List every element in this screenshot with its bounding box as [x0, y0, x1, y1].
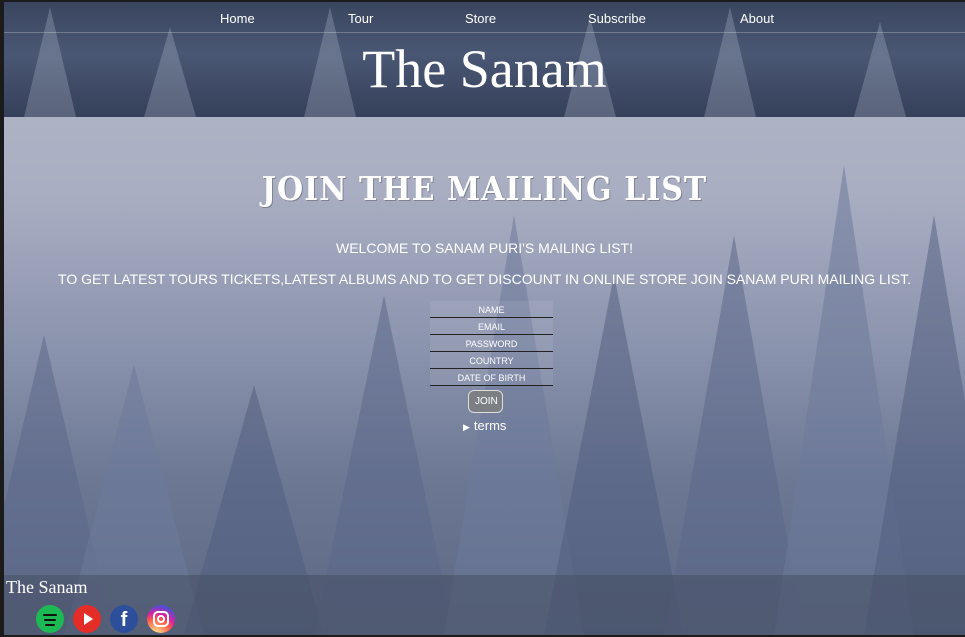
youtube-icon[interactable] [73, 605, 101, 633]
nav-tour-link[interactable]: Tour [348, 11, 373, 26]
triangle-right-icon: ▶ [463, 422, 470, 432]
nav-home-link[interactable]: Home [220, 11, 255, 26]
section-heading: JOIN THE MAILING LIST [261, 170, 708, 209]
welcome-text: WELCOME TO SANAM PURI'S MAILING LIST! [336, 240, 633, 256]
site-footer: The Sanam f [4, 575, 965, 635]
signup-form [430, 301, 553, 386]
nav-subscribe-link[interactable]: Subscribe [588, 11, 646, 26]
facebook-icon[interactable]: f [110, 605, 138, 633]
promo-text: TO GET LATEST TOURS TICKETS,LATEST ALBUM… [58, 271, 911, 287]
name-input[interactable] [430, 301, 553, 318]
terms-label: terms [473, 418, 507, 433]
instagram-icon[interactable] [147, 605, 175, 633]
main-nav: Home Tour Store Subscribe About [4, 2, 965, 33]
site-title: The Sanam [362, 39, 607, 99]
site-header: Home Tour Store Subscribe About The Sana… [4, 2, 965, 117]
page-frame: Home Tour Store Subscribe About The Sana… [4, 2, 965, 635]
mailing-list-section: JOIN THE MAILING LIST WELCOME TO SANAM P… [4, 117, 965, 575]
nav-about-link[interactable]: About [740, 11, 774, 26]
email-input[interactable] [430, 318, 553, 335]
join-button[interactable]: JOIN [468, 390, 503, 413]
terms-toggle[interactable]: ▶ terms [463, 418, 506, 433]
nav-store-link[interactable]: Store [465, 11, 496, 26]
spotify-icon[interactable] [36, 605, 64, 633]
country-input[interactable] [430, 352, 553, 369]
password-input[interactable] [430, 335, 553, 352]
date-of-birth-input[interactable] [430, 369, 553, 386]
footer-title: The Sanam [6, 577, 88, 597]
